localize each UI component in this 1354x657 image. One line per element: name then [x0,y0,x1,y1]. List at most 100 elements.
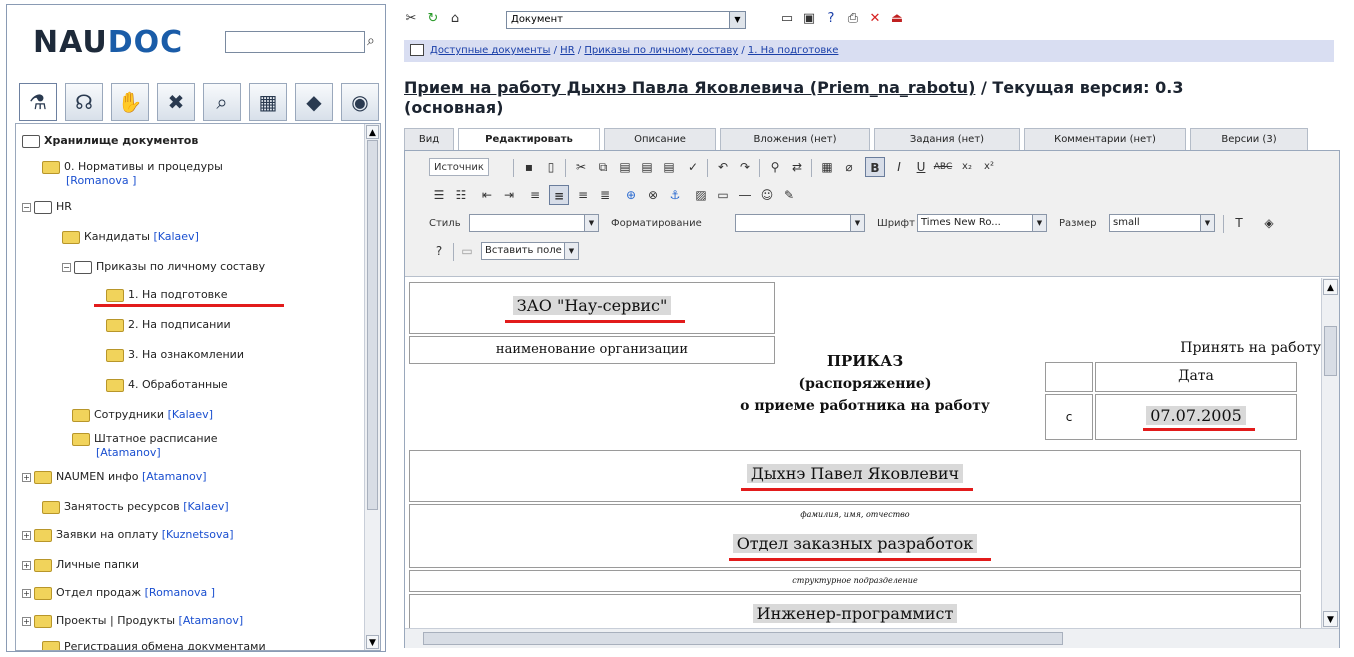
scroll-up-icon[interactable]: ▲ [366,125,379,139]
breadcrumb-link[interactable]: 1. На подготовке [748,45,839,56]
format-select[interactable]: ▼ [735,214,865,232]
tree-item-owner[interactable]: [Atamanov] [96,446,161,460]
scroll-thumb[interactable] [1324,326,1337,376]
breadcrumb-link[interactable]: Доступные документы [430,45,550,56]
unlink-icon[interactable]: ⊗ [643,185,663,205]
undo-icon[interactable]: ↶ [713,157,733,177]
position-name[interactable]: Инженер-программист [409,604,1301,623]
bullet-list-icon[interactable]: ☷ [451,185,471,205]
strike-icon[interactable]: ABC [933,157,953,177]
tab-comments[interactable]: Комментарии (нет) [1024,128,1186,150]
numbered-list-icon[interactable]: ☰ [429,185,449,205]
justify-icon[interactable]: ≣ [595,185,615,205]
search-icon[interactable]: ⌕ [367,33,375,49]
breadcrumb-link[interactable]: Приказы по личному составу [584,45,738,56]
structure-icon[interactable]: ☊ [65,83,103,121]
tree-item[interactable]: + Отдел продаж [Romanova ] [22,586,215,600]
tree-item[interactable]: + Проекты | Продукты [Atamanov] [22,614,243,628]
document-content[interactable]: ЗАО "Нау-сервис" наименование организаци… [405,278,1339,648]
date-value[interactable]: 07.07.2005 [1095,406,1297,425]
tree-item[interactable]: + Личные папки [22,558,139,572]
align-right-icon[interactable]: ≡ [573,185,593,205]
align-center-icon[interactable]: ≡ [549,185,569,205]
help-icon[interactable]: ? [822,10,840,28]
smiley-icon[interactable]: ☺ [757,185,777,205]
italic-icon[interactable]: I [889,157,909,177]
document-hscrollbar[interactable] [405,628,1339,648]
exit-icon[interactable]: ⏏ [888,10,906,28]
underline-icon[interactable]: U [911,157,931,177]
outdent-icon[interactable]: ⇤ [477,185,497,205]
tree-item[interactable]: 3. На ознакомлении [106,348,244,362]
notes-icon[interactable]: ▦ [249,83,287,121]
search-icon[interactable]: ⌕ [203,83,241,121]
cut-icon[interactable]: ✂ [402,10,420,28]
source-button[interactable]: Источник [429,158,489,176]
camera-icon[interactable]: ◉ [341,83,379,121]
refresh-icon[interactable]: ↻ [424,10,442,28]
scroll-up-icon[interactable]: ▲ [1323,279,1338,295]
tab-versions[interactable]: Версии (3) [1190,128,1308,150]
indent-icon[interactable]: ⇥ [499,185,519,205]
breadcrumb-link[interactable]: HR [560,45,574,56]
save-icon[interactable]: ▪ [519,157,539,177]
scroll-thumb[interactable] [367,140,378,510]
replace-icon[interactable]: ⇄ [787,157,807,177]
hr-icon[interactable]: ― [735,185,755,205]
department-name[interactable]: Отдел заказных разработок [409,534,1301,553]
tree-item[interactable]: − Приказы по личному составу [62,260,265,274]
tree-item[interactable]: + Заявки на оплату [Kuznetsova] [22,528,234,542]
copy-icon[interactable]: ⧉ [593,157,613,177]
paste-icon[interactable]: ▤ [615,157,635,177]
table-icon[interactable]: ▭ [713,185,733,205]
tree-item[interactable]: Штатное расписание [72,432,218,446]
scroll-down-icon[interactable]: ▼ [366,635,379,649]
document-vscrollbar[interactable]: ▲ ▼ [1321,278,1339,628]
tree-item[interactable]: 2. На подписании [106,318,231,332]
bg-color-icon[interactable]: ◈ [1259,213,1279,233]
tree-root[interactable]: Хранилище документов [22,134,198,148]
scroll-down-icon[interactable]: ▼ [1323,611,1338,627]
tree-item[interactable]: 4. Обработанные [106,378,228,392]
anchor-icon[interactable]: ⚓ [665,185,685,205]
print-icon[interactable]: ⎙ [844,10,862,28]
tree-item[interactable]: − HR [22,200,72,214]
size-select[interactable]: small ▼ [1109,214,1215,232]
paste-word-icon[interactable]: ▤ [659,157,679,177]
spellcheck-icon[interactable]: ✓ [683,157,703,177]
lock-icon[interactable]: ▣ [800,10,818,28]
tree-scrollbar[interactable]: ▲ ▼ [364,124,380,650]
insert-field-select[interactable]: Вставить поле ▼ [481,242,579,260]
font-select[interactable]: Times New Ro... ▼ [917,214,1047,232]
tab-view[interactable]: Вид [404,128,454,150]
archive-icon[interactable]: ◆ [295,83,333,121]
employee-name[interactable]: Дыхнэ Павел Яковлевич [409,464,1301,483]
home-icon[interactable]: ⌂ [446,10,464,28]
tree-item[interactable]: Занятость ресурсов [Kalaev] [42,500,229,514]
help-icon[interactable]: ? [429,241,449,261]
link-icon[interactable]: ⊕ [621,185,641,205]
page-icon[interactable]: ▭ [778,10,796,28]
bold-icon[interactable]: B [865,157,885,177]
special-char-icon[interactable]: ✎ [779,185,799,205]
tree-item-owner[interactable]: [Romanova ] [66,174,136,188]
hand-icon[interactable]: ✋ [111,83,149,121]
redo-icon[interactable]: ↷ [735,157,755,177]
select-all-icon[interactable]: ▦ [817,157,837,177]
search-input[interactable] [225,31,365,53]
tree-item[interactable]: Регистрация обмена документами [42,640,266,650]
text-color-icon[interactable]: T [1229,213,1249,233]
document-title-link[interactable]: Прием на работу Дыхнэ Павла Яковлевича (… [404,78,975,97]
tree-item[interactable]: + NAUMEN инфо [Atamanov] [22,470,207,484]
org-name[interactable]: ЗАО "Нау-сервис" [409,296,775,315]
new-page-icon[interactable]: ▯ [541,157,561,177]
tree-item[interactable]: Сотрудники [Kalaev] [72,408,213,422]
superscript-icon[interactable]: x² [979,157,999,177]
tab-attachments[interactable]: Вложения (нет) [720,128,870,150]
tab-edit[interactable]: Редактировать [458,128,600,152]
cut-icon[interactable]: ✂ [571,157,591,177]
find-icon[interactable]: ⚲ [765,157,785,177]
tree-icon[interactable]: ⚗ [19,83,57,121]
delete-icon[interactable]: ✕ [866,10,884,28]
tab-description[interactable]: Описание [604,128,716,150]
